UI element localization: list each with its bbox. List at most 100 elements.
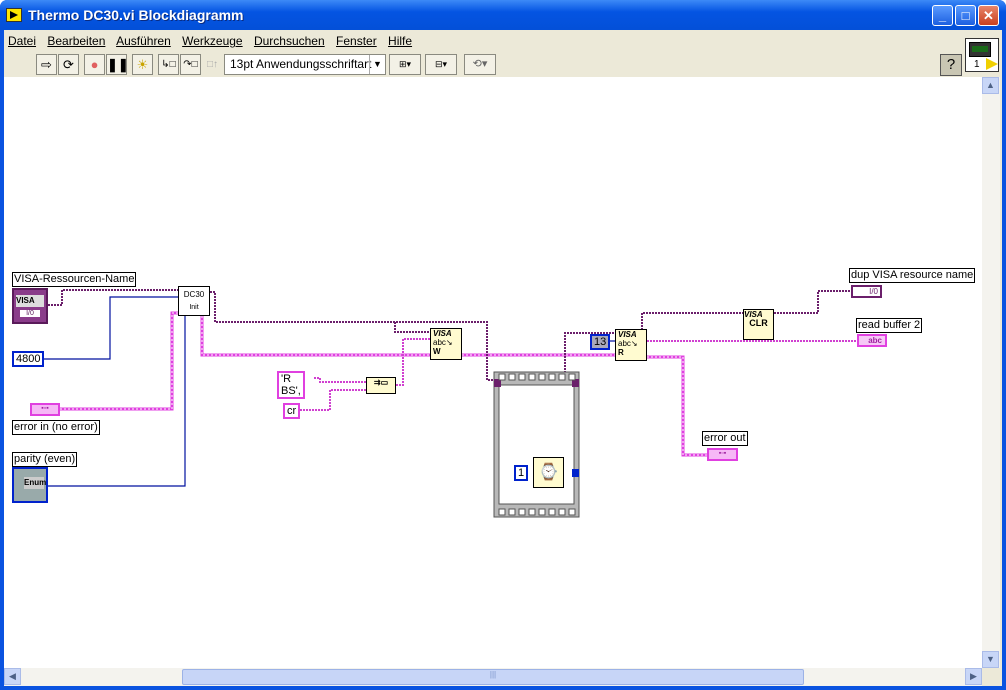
sprocket-hole <box>568 373 576 381</box>
minimize-button[interactable]: _ <box>932 5 953 26</box>
visa-resource-control[interactable]: VISA I/0 <box>12 288 48 324</box>
sprocket-hole <box>558 508 566 516</box>
subvi-line2: Init <box>189 304 199 311</box>
reorder-button[interactable]: ⟲▾ <box>464 54 496 75</box>
window: Thermo DC30.vi Blockdiagramm _ □ ✕ Datei… <box>0 0 1006 690</box>
step-into-button[interactable]: ↳□ <box>158 54 179 75</box>
read-buffer-indicator[interactable]: abc <box>857 334 887 347</box>
error-in-label: error in (no error) <box>12 420 100 435</box>
read-buffer-label: read buffer 2 <box>856 318 923 333</box>
menu-durchsuchen[interactable]: Durchsuchen <box>254 34 325 48</box>
dc30-init-subvi[interactable]: DC30 Init <box>178 286 210 316</box>
subvi-line1: DC30 <box>183 290 205 299</box>
sprocket-hole <box>548 508 556 516</box>
sprocket-hole <box>528 373 536 381</box>
wire-baud <box>42 296 178 360</box>
visa-control-text: VISA <box>16 295 44 307</box>
window-body: Datei Bearbeiten Ausführen Werkzeuge Dur… <box>4 30 1002 686</box>
toolbar: ⇨ ⟳ ● ❚❚ ☀ ↳□ ↷□ □↑ 13pt Anwendungsschri… <box>4 52 1002 76</box>
sprocket-hole <box>498 508 506 516</box>
font-dropdown[interactable]: 13pt Anwendungsschriftart ▼ <box>224 54 386 75</box>
concatenate-strings-node[interactable]: ⇉▭ <box>366 377 396 394</box>
wire-string-concat <box>314 377 366 383</box>
sprocket-hole <box>538 373 546 381</box>
visa-read-node[interactable]: VISA abc↘ R <box>615 329 647 361</box>
menu-datei[interactable]: Datei <box>8 34 36 48</box>
visa-clr-text: CLR <box>749 318 768 328</box>
wire-visa-write <box>394 322 430 333</box>
wait-ms-node[interactable]: ⌚ <box>533 457 564 488</box>
baud-rate-constant[interactable]: 4800 <box>12 351 45 367</box>
sprocket-hole <box>568 508 576 516</box>
cr-constant[interactable]: cr <box>283 403 301 419</box>
wire-visa-dup <box>774 290 851 314</box>
scroll-up-button[interactable]: ▲ <box>982 77 999 94</box>
block-diagram-canvas[interactable]: VISA-Ressourcen-Name VISA I/0 4800 ▪▫▪ e… <box>4 77 982 668</box>
sprocket-hole <box>538 508 546 516</box>
scroll-right-button[interactable]: ▶ <box>965 668 982 685</box>
chevron-down-icon: ▼ <box>369 55 385 74</box>
visa-control-sub: I/0 <box>20 310 40 317</box>
scroll-down-button[interactable]: ▼ <box>982 651 999 668</box>
sprocket-hole <box>528 508 536 516</box>
wire-error-in <box>60 311 178 411</box>
dup-visa-label: dup VISA resource name <box>849 268 976 283</box>
horizontal-scrollbar[interactable]: ◀ ||| ▶ <box>4 668 982 686</box>
menu-hilfe[interactable]: Hilfe <box>388 34 412 48</box>
parity-label: parity (even) <box>12 452 78 467</box>
maximize-button[interactable]: □ <box>955 5 976 26</box>
command-string-constant[interactable]: 'R BS', <box>277 371 305 399</box>
vertical-scrollbar[interactable]: ▲ ▼ <box>982 77 1000 668</box>
step-over-button[interactable]: ↷□ <box>180 54 201 75</box>
parity-enum-text: Enum <box>24 477 47 489</box>
stopwatch-icon: ⌚ <box>538 464 559 481</box>
visa-control-label: VISA-Ressourcen-Name <box>12 272 137 287</box>
run-button[interactable]: ⇨ <box>36 54 57 75</box>
wire-cr-concat <box>300 389 366 411</box>
wait-ms-constant[interactable]: 1 <box>514 465 529 481</box>
highlight-execution-button[interactable]: ☀ <box>132 54 153 75</box>
menu-bearbeiten[interactable]: Bearbeiten <box>47 34 105 48</box>
error-out-label: error out <box>702 431 748 446</box>
font-value: 13pt Anwendungsschriftart <box>230 57 372 71</box>
align-objects-button[interactable]: ⊞▾ <box>389 54 421 75</box>
run-arrow-icon <box>986 58 998 70</box>
close-button[interactable]: ✕ <box>978 5 999 26</box>
connector-pane-icon[interactable]: 1 <box>965 38 999 72</box>
step-out-button[interactable]: □↑ <box>202 54 223 75</box>
labview-app-icon <box>6 8 22 22</box>
help-button[interactable]: ? <box>940 54 962 76</box>
horizontal-scroll-thumb[interactable]: ||| <box>182 669 804 685</box>
window-title: Thermo DC30.vi Blockdiagramm <box>28 7 244 23</box>
sprocket-hole <box>548 373 556 381</box>
visa-read-title: VISA <box>618 330 637 339</box>
menu-ausfuehren[interactable]: Ausführen <box>116 34 171 48</box>
sprocket-hole <box>508 508 516 516</box>
visa-write-node[interactable]: VISA abc↘ W <box>430 328 462 360</box>
sprocket-hole <box>518 508 526 516</box>
seq-tunnel-number <box>572 469 579 477</box>
scroll-left-button[interactable]: ◀ <box>4 668 21 685</box>
visa-clear-node[interactable]: VISA CLR <box>743 309 774 340</box>
wire-visa-read-clr <box>641 312 743 330</box>
sprocket-hole <box>558 373 566 381</box>
wire-concat-write <box>396 338 430 386</box>
title-bar: Thermo DC30.vi Blockdiagramm _ □ ✕ <box>0 0 1006 30</box>
visa-write-title: VISA <box>433 329 452 338</box>
wires <box>42 289 857 518</box>
sprocket-hole <box>508 373 516 381</box>
connector-pane-number: 1 <box>974 59 980 70</box>
distribute-objects-button[interactable]: ⊟▾ <box>425 54 457 75</box>
wire-error-out <box>647 355 708 457</box>
error-in-control[interactable]: ▪▫▪ <box>30 403 60 416</box>
menu-werkzeuge[interactable]: Werkzeuge <box>182 34 242 48</box>
run-continuously-button[interactable]: ⟳ <box>58 54 79 75</box>
error-out-indicator[interactable]: ▪▫▪ <box>707 448 738 461</box>
pause-button[interactable]: ❚❚ <box>106 54 129 75</box>
parity-enum-control[interactable]: Enum <box>12 467 48 503</box>
menu-fenster[interactable]: Fenster <box>336 34 377 48</box>
sprocket-hole <box>498 373 506 381</box>
byte-count-constant[interactable]: 13 <box>590 334 611 350</box>
dup-visa-indicator[interactable]: I/0 <box>851 285 882 298</box>
abort-button[interactable]: ● <box>84 54 105 75</box>
